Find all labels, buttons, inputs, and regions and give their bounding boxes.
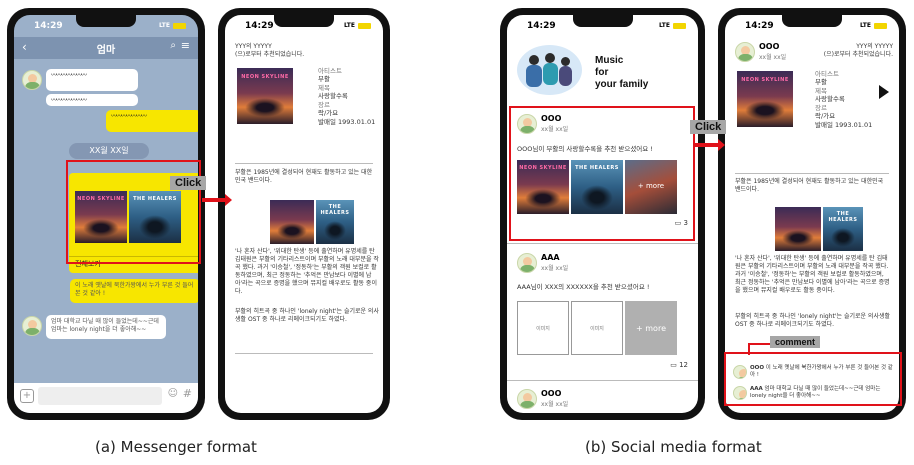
divider: [235, 163, 373, 164]
chat-header: ‹ 엄마 ⌕ ≡: [14, 37, 198, 59]
avatar: [517, 389, 537, 409]
band-intro: 부활은 1985년에 결성되어 현재도 활동하고 있는 대한민국 밴드이다.: [235, 169, 373, 185]
photo-guitarist: [270, 200, 314, 244]
recommend-header: YYY의 YYYYY (으)로부터 추천되었습니다.: [823, 43, 893, 59]
emoji-icon[interactable]: ☺: [168, 388, 178, 399]
feed-post[interactable]: AAA xx월 xx일 AAA님이 XXX의 XXXXXX을 추천 받으셨어요 …: [507, 247, 698, 377]
song-info: 아티스트 부활 제목 사랑할수록 장르 락/가요 발매일 1993.01.01: [318, 67, 376, 126]
comment-icon: ▭: [670, 361, 677, 369]
add-icon[interactable]: +: [20, 389, 34, 403]
image-placeholder[interactable]: 이미지: [571, 301, 623, 355]
menu-icon[interactable]: ≡: [181, 39, 190, 52]
status-time: 14:29: [34, 21, 63, 31]
status-time: 14:29: [745, 21, 774, 31]
battery-icon: [173, 22, 186, 29]
comment-label: comment: [770, 336, 821, 348]
comment-count[interactable]: ▭ 12: [670, 361, 688, 369]
family-illustration: [517, 45, 582, 95]
image-placeholder[interactable]: 이미지: [517, 301, 569, 355]
divider: [235, 353, 373, 354]
click-label: Click: [690, 120, 727, 134]
recommend-header: YYY의 YYYYY (으)로부터 추천되었습니다.: [235, 43, 305, 59]
post-user: AAA: [541, 253, 560, 262]
album-cover: NEON SKYLINE: [737, 71, 793, 127]
hash-icon[interactable]: #: [183, 387, 192, 400]
photo-guitarist: [775, 207, 821, 251]
date-separator: XX월 XX일: [69, 143, 149, 159]
message-input[interactable]: [38, 387, 162, 405]
outgoing-wave-message: 〰〰〰〰〰〰〰: [106, 110, 198, 132]
battery-icon: [673, 22, 686, 29]
caption-social: (b) Social media format: [585, 438, 762, 456]
incoming-message: 엄마 대학교 다닐 때 많이 들었는데~~근데 엄마는 lonely night…: [46, 315, 166, 339]
caption-messenger: (a) Messenger format: [95, 438, 257, 456]
status-icons: LTE: [860, 22, 887, 29]
more-images[interactable]: + more: [625, 301, 677, 355]
status-bar: 14:29 LTE: [225, 15, 383, 37]
input-bar: + ☺ #: [14, 383, 198, 413]
status-bar: 14:29 LTE: [14, 15, 198, 37]
arrow: [695, 139, 725, 151]
outgoing-message: 이 노래 옛날에 북한가왕에서 누가 부른 것 들어본 것 같아 !: [70, 279, 198, 303]
avatar: [22, 316, 42, 336]
phone-messenger-detail: 14:29 LTE YYY의 YYYYY (으)로부터 추천되었습니다. NEON …: [218, 8, 390, 420]
hit-song-description: 부활의 히트곡 중 하나인 'lonely night'는 슬기로운 의사생활 …: [735, 313, 891, 329]
divider: [735, 173, 889, 174]
band-description: '나 혼자 산다', '위대한 탄생' 등에 출연하며 유명세를 탄 김태원은 …: [735, 255, 890, 295]
app-banner-title: Music for your family: [595, 55, 649, 90]
status-time: 14:29: [527, 21, 556, 31]
band-description: '나 혼자 산다', '위대한 탄생' 등에 출연하며 유명세를 탄 김태원은 …: [235, 248, 379, 296]
avatar: [735, 42, 755, 62]
status-bar: 14:29 LTE: [507, 15, 698, 37]
album-cover: NEON SKYLINE: [237, 68, 293, 124]
post-date: xx월 xx일: [541, 401, 569, 408]
click-label: Click: [170, 176, 207, 190]
post-user: OOO: [759, 42, 780, 51]
band-intro: 부활은 1985년에 결성되어 현재도 활동하고 있는 대한민국 밴드이다.: [735, 178, 884, 194]
search-icon[interactable]: ⌕: [170, 40, 176, 51]
post-user: OOO: [541, 389, 562, 398]
divider: [507, 380, 698, 381]
post-text: AAA님이 XXX의 XXXXXX을 추천 받으셨어요 !: [517, 283, 650, 291]
status-time: 14:29: [245, 21, 274, 31]
status-icons: LTE: [659, 22, 686, 29]
battery-icon: [874, 22, 887, 29]
incoming-wave-message: 〰〰〰〰〰〰〰: [46, 94, 138, 106]
comment-highlight-box: [724, 352, 902, 406]
photo-the-healers: THE HEALERS: [316, 200, 354, 244]
avatar: [22, 70, 42, 90]
song-info: 아티스트 부활 제목 사랑할수록 장르 락/가요 발매일 1993.01.01: [815, 70, 873, 129]
battery-icon: [358, 22, 371, 29]
play-icon[interactable]: [879, 85, 889, 99]
post-date: xx월 xx일: [541, 265, 569, 272]
status-icons: LTE: [344, 22, 371, 29]
divider: [507, 243, 698, 244]
avatar: [517, 253, 537, 273]
comment-pointer: [748, 343, 770, 355]
arrow: [202, 194, 232, 206]
hit-song-description: 부활의 히트곡 중 하나인 'lonely night'는 슬기로운 의사생활 …: [235, 308, 379, 324]
incoming-wave-message: 〰〰〰〰〰〰〰: [46, 69, 138, 91]
photo-the-healers: THE HEALERS: [823, 207, 863, 251]
detail-screen: 14:29 LTE YYY의 YYYYY (으)로부터 추천되었습니다. NEON …: [225, 15, 383, 413]
post-date: xx월 xx일: [759, 54, 787, 61]
highlight-box: [509, 106, 695, 241]
status-bar: 14:29 LTE: [725, 15, 899, 37]
status-icons: LTE: [159, 22, 186, 29]
